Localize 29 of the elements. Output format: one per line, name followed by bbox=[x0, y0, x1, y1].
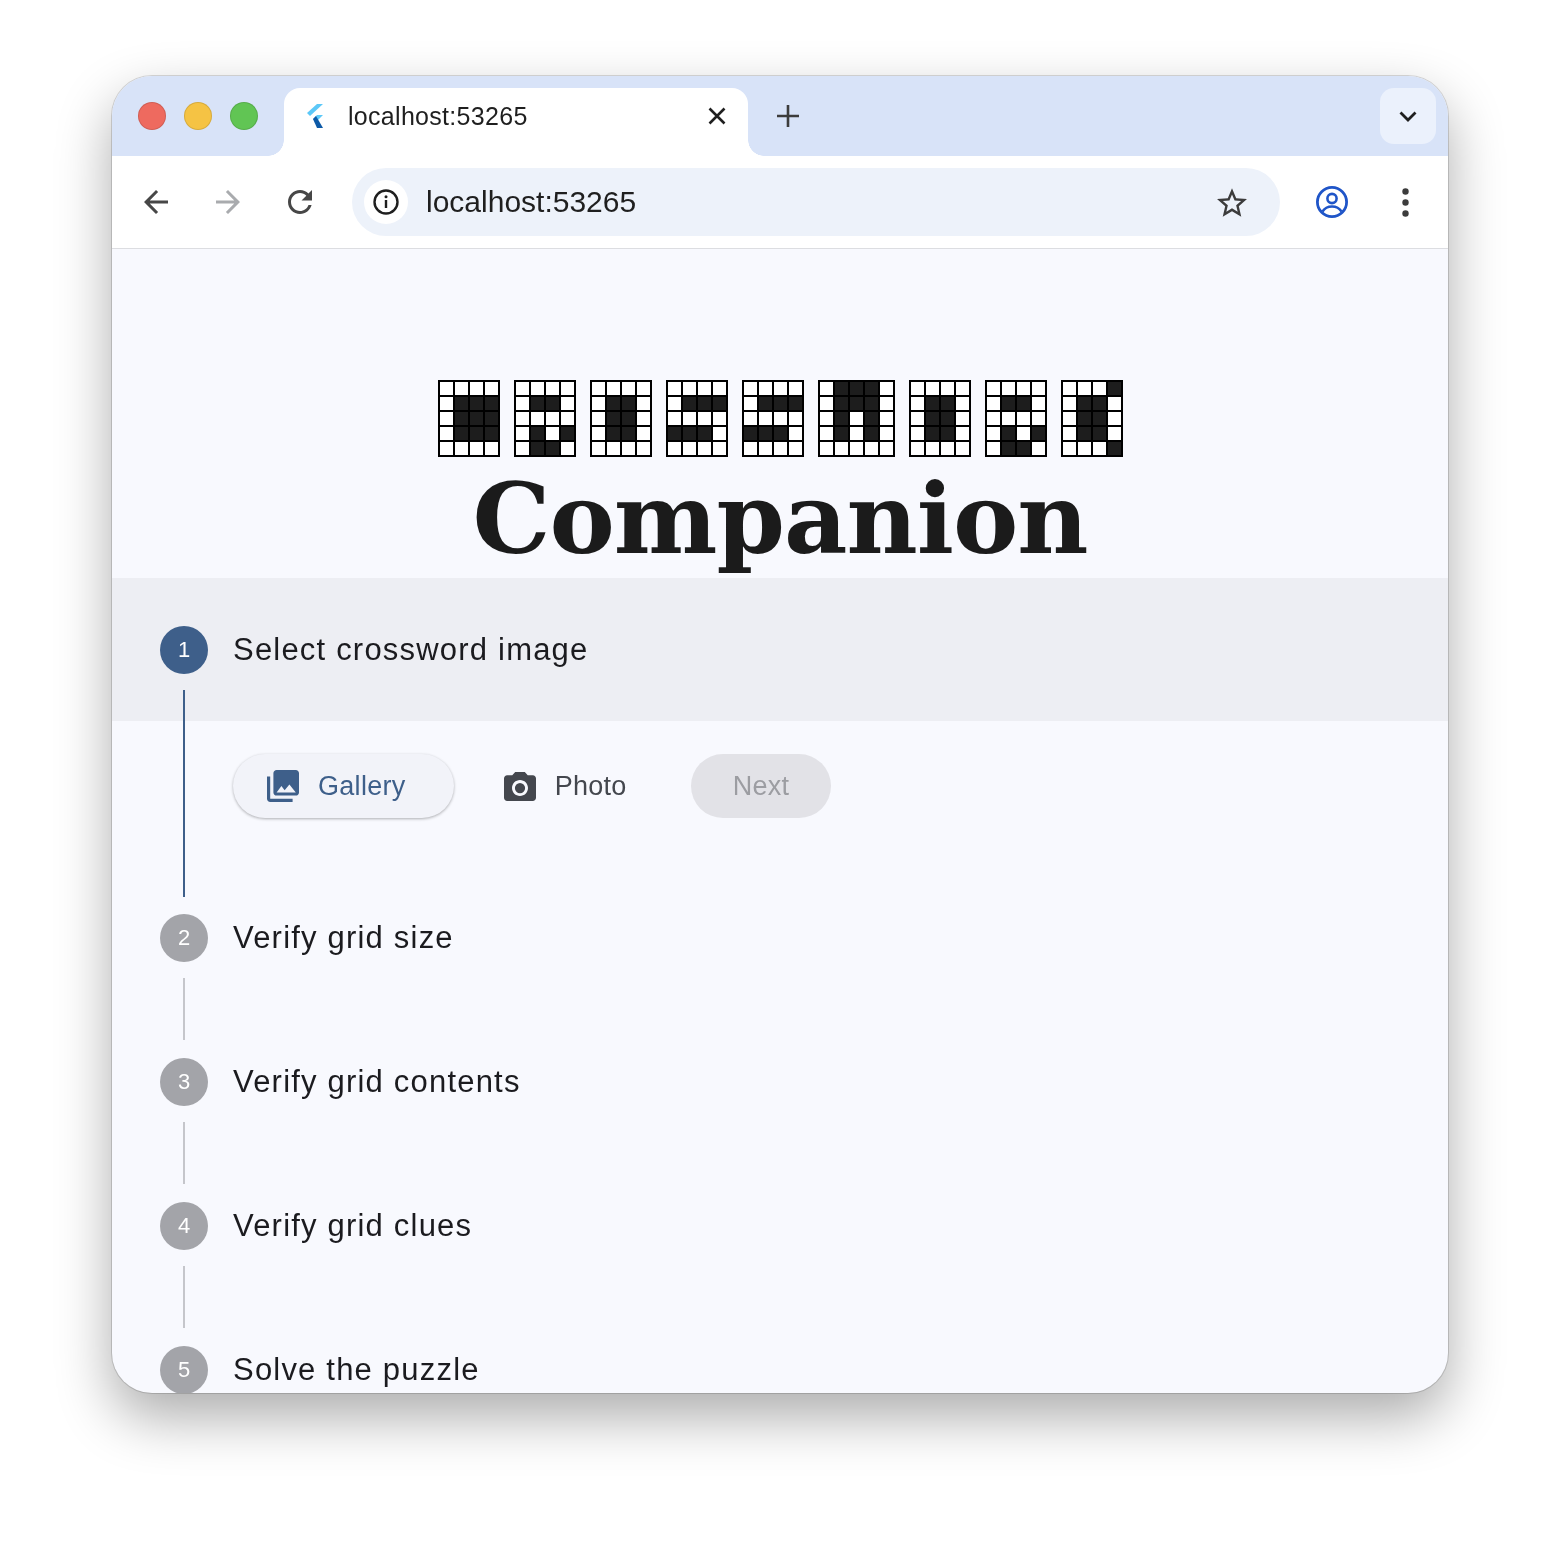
site-logo-icon bbox=[306, 104, 326, 128]
star-icon[interactable] bbox=[1217, 187, 1247, 217]
images-icon bbox=[267, 770, 299, 802]
step-number: 3 bbox=[160, 1058, 208, 1106]
step-number: 1 bbox=[160, 626, 208, 674]
step-title[interactable]: Verify grid contents bbox=[233, 1058, 521, 1106]
plus-icon[interactable] bbox=[777, 105, 799, 127]
step-title[interactable]: Verify grid size bbox=[233, 914, 454, 962]
step-title[interactable]: Solve the puzzle bbox=[233, 1346, 480, 1393]
close-icon[interactable] bbox=[708, 107, 726, 125]
step-number: 4 bbox=[160, 1202, 208, 1250]
step-number: 5 bbox=[160, 1346, 208, 1393]
window-close-button[interactable] bbox=[138, 102, 166, 130]
reload-icon[interactable] bbox=[288, 190, 312, 214]
back-arrow-icon[interactable] bbox=[144, 190, 168, 214]
step-title[interactable]: Verify grid clues bbox=[233, 1202, 473, 1250]
chevron-down-icon bbox=[1399, 110, 1417, 122]
step-number: 2 bbox=[160, 914, 208, 962]
url-text: localhost:53265 bbox=[426, 185, 638, 219]
step-title[interactable]: Select crossword image bbox=[233, 626, 589, 674]
info-icon[interactable] bbox=[364, 180, 408, 224]
tab-title: localhost:53265 bbox=[348, 101, 529, 131]
photo-button[interactable]: Photo bbox=[477, 754, 667, 818]
tab-list-button[interactable] bbox=[1380, 88, 1436, 144]
gallery-button[interactable]: Gallery bbox=[233, 754, 454, 818]
address-bar[interactable]: localhost:53265 bbox=[352, 168, 1280, 236]
camera-icon bbox=[503, 771, 536, 801]
profile-icon[interactable] bbox=[1316, 186, 1348, 218]
more-options-icon[interactable] bbox=[1402, 187, 1409, 217]
